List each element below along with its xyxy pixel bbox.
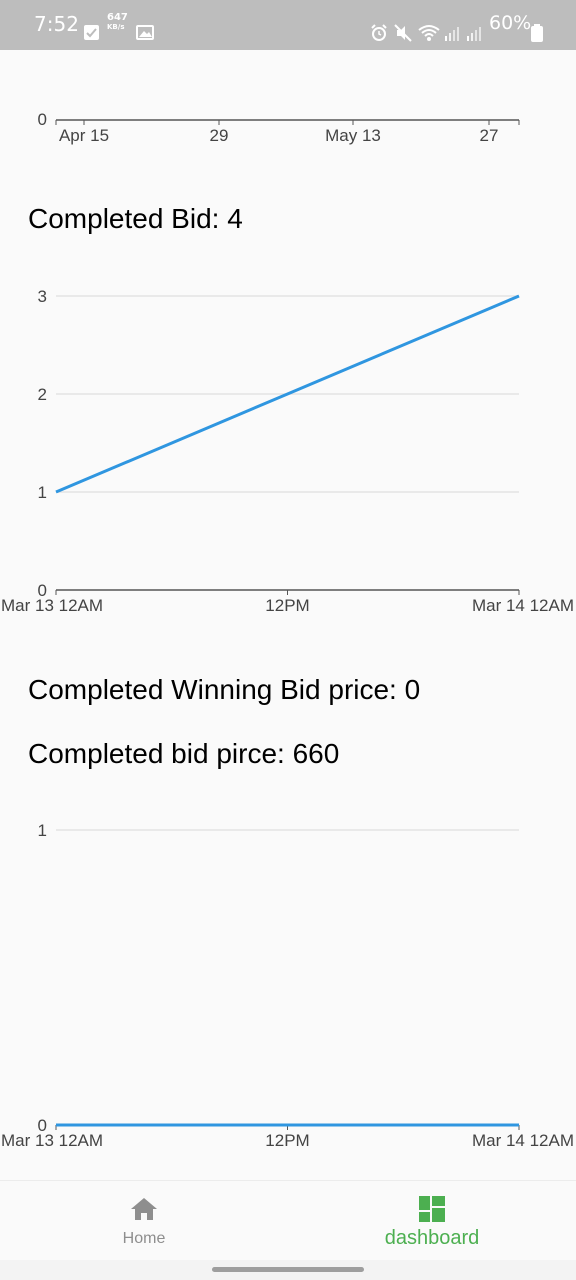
home-icon xyxy=(131,1198,157,1220)
completed-bid-title: Completed Bid: 4 xyxy=(28,203,243,234)
top-date-chart: 0 Apr 15 29 May 13 27 xyxy=(38,110,520,145)
wifi-icon xyxy=(418,25,440,41)
y-tick-label: 1 xyxy=(38,483,47,502)
tab-home[interactable]: Home xyxy=(0,1181,288,1261)
tab-home-label: Home xyxy=(122,1230,166,1247)
completed-bid-price-chart: 01Mar 13 12AM 12PM Mar 14 12AM xyxy=(1,821,574,1150)
y-tick-label: 1 xyxy=(38,821,47,840)
y-tick-label: 0 xyxy=(38,110,47,129)
status-bar: 7:52 647 KB/s 60% xyxy=(0,0,576,50)
status-time: 7:52 xyxy=(34,12,79,36)
x-tick-label: 12PM xyxy=(265,1131,309,1150)
x-tick-label: Mar 14 12AM xyxy=(472,1131,574,1150)
x-tick-label: Mar 13 12AM xyxy=(1,596,103,615)
battery-icon xyxy=(531,24,543,42)
bottom-navigation: Home dashboard xyxy=(0,1180,576,1260)
network-speed-unit: KB/s xyxy=(107,23,125,31)
dashboard-icon xyxy=(419,1196,445,1222)
signal-strength-icon xyxy=(445,27,459,41)
image-notification-icon xyxy=(136,25,154,40)
x-tick-label: 12PM xyxy=(265,596,309,615)
x-tick-label: Apr 15 xyxy=(59,126,109,145)
x-tick-label: Mar 14 12AM xyxy=(472,596,574,615)
x-tick-label: May 13 xyxy=(325,126,381,145)
tab-dashboard[interactable]: dashboard xyxy=(288,1181,576,1261)
completed-bid-price-title: Completed bid pirce: 660 xyxy=(28,738,340,769)
gesture-navigation-bar xyxy=(0,1260,576,1280)
alarm-icon xyxy=(371,24,387,41)
home-gesture-handle[interactable] xyxy=(212,1267,364,1272)
network-speed: 647 KB/s xyxy=(107,13,128,32)
mute-icon xyxy=(394,24,412,42)
x-tick-label: 29 xyxy=(210,126,229,145)
x-tick-label: 27 xyxy=(480,126,499,145)
signal-strength-icon-2 xyxy=(467,27,481,41)
tab-dashboard-label: dashboard xyxy=(384,1227,480,1249)
battery-percentage: 60% xyxy=(489,12,532,34)
completed-bid-chart: 0123Mar 13 12AM 12PM Mar 14 12AM xyxy=(1,287,574,615)
completed-winning-bid-price-title: Completed Winning Bid price: 0 xyxy=(28,674,421,705)
y-tick-label: 2 xyxy=(38,385,47,404)
x-tick-label: Mar 13 12AM xyxy=(1,1131,103,1150)
network-speed-value: 647 xyxy=(107,12,128,23)
checkbox-notification-icon xyxy=(84,25,99,40)
y-tick-label: 3 xyxy=(38,287,47,306)
